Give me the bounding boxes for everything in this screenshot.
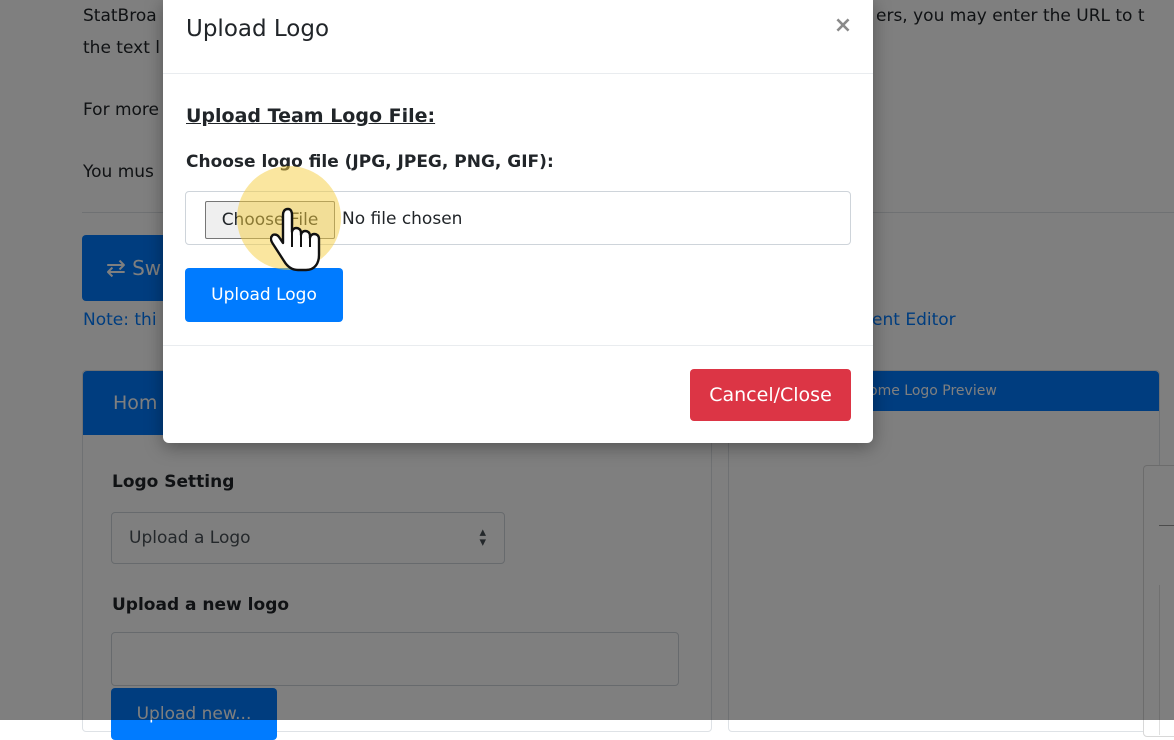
cancel-close-button[interactable]: Cancel/Close [690,369,851,421]
choose-file-button[interactable]: Choose File [205,201,335,239]
upload-logo-modal: Upload Logo × Upload Team Logo File: Cho… [163,0,873,443]
upload-section-heading: Upload Team Logo File: [186,105,436,127]
file-type-label: Choose logo file (JPG, JPEG, PNG, GIF): [186,152,554,172]
no-file-chosen-text: No file chosen [342,209,463,229]
modal-title: Upload Logo [186,16,330,42]
modal-header-divider [163,73,873,74]
modal-footer-divider [163,345,873,346]
logo-file-input[interactable]: Choose File No file chosen [185,191,851,245]
close-icon[interactable]: × [829,12,857,40]
upload-logo-button[interactable]: Upload Logo [185,268,343,322]
